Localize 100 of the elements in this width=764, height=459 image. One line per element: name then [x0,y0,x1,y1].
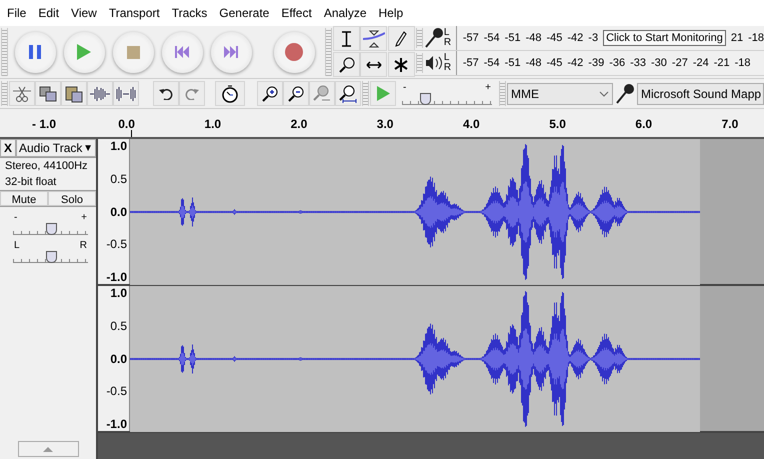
toolbar-grip[interactable] [1,81,8,106]
slider-thumb[interactable] [420,92,430,104]
track-menu-button[interactable]: Audio Track▼ [16,139,96,157]
meter-tick: -18 [734,56,751,71]
record-button[interactable] [274,32,315,72]
slider-min-label: L [14,241,20,251]
trim-audio-button[interactable] [87,81,113,106]
undo-button[interactable] [153,81,179,106]
meter-tick: -27 [672,56,688,71]
paste-button[interactable] [61,81,87,106]
meter-tick: -21 [714,56,730,71]
envelope-tool[interactable] [360,26,388,51]
toolbar-grip[interactable] [416,53,423,73]
tooltip: Click to Start Monitoring [603,30,726,46]
close-track-button[interactable]: X [0,139,16,157]
silence-button[interactable] [113,81,139,106]
zoom-tool[interactable] [333,52,360,77]
scale-label: 1.0 [110,286,127,300]
ruler-label: 0.0 [118,116,135,133]
record-icon [285,43,304,61]
meter-tick: -24 [692,56,709,71]
copy-icon [39,86,57,102]
zoom-in-button[interactable] [257,81,283,106]
chevron-down-icon [599,90,609,96]
meter-tick: -18 [748,30,764,46]
ruler-label: - 1.0 [32,116,56,133]
toolbar-grip[interactable] [325,28,332,76]
toolbar-grip[interactable] [416,28,423,48]
fit-project-button[interactable] [335,81,361,106]
pencil-icon [395,30,408,46]
menu-item[interactable]: Help [372,4,410,22]
slider-thumb[interactable] [46,223,56,235]
meter-tick: -30 [651,56,667,71]
waveform-icon [90,86,110,100]
menu-item[interactable]: Transport [102,4,166,22]
menu-item[interactable]: Generate [213,4,276,22]
menu-item[interactable]: Tracks [166,4,214,22]
channel-label: L [444,53,450,63]
toolbar-grip[interactable] [362,81,369,106]
speaker-icon [424,56,444,70]
ruler-label: 2.0 [290,116,308,133]
triangle-up-icon [43,446,53,452]
undo-icon [159,88,173,100]
pause-button[interactable] [14,32,56,72]
envelope-icon [362,30,385,48]
copy-button[interactable] [35,81,61,106]
zoom-fit-icon [339,84,357,102]
redo-icon [185,88,199,100]
collapse-track-button[interactable] [18,441,78,457]
host-dropdown[interactable]: MME [507,82,613,104]
skip-to-end-icon [224,46,238,58]
scale-label: 0.5 [110,318,127,333]
ruler-label: 5.0 [549,116,566,133]
ruler-label: 7.0 [722,116,738,133]
zoom-in-icon [262,86,278,102]
zoom-out-button[interactable] [283,81,309,106]
meter-tick: -48 [526,56,542,71]
meter-tick: -54 [484,30,500,46]
pause-icon [29,45,42,59]
selection-tool[interactable] [333,26,360,51]
menu-item[interactable]: File [1,4,32,22]
scale-label: -0.5 [106,237,127,252]
track-info: 32-bit float [4,175,58,190]
draw-tool[interactable] [388,26,415,51]
meter-tick: -51 [504,30,521,46]
menu-item[interactable]: View [65,4,103,22]
level-meter[interactable]: -57 -54 -51 -48 -45 -42 -3 Click to Start Monitoring 21 -18 [456,26,764,50]
meter-tick: -51 [504,56,521,71]
ruler-label: 4.0 [463,116,480,133]
channel-label: L [444,28,450,38]
sync-lock-button[interactable] [215,81,245,106]
meter-tick: -45 [546,30,562,46]
multi-tool[interactable] [388,52,415,77]
zoom-selection-icon [313,84,331,102]
meter-tick: -33 [630,56,646,71]
menu-item[interactable]: Edit [32,4,66,22]
ruler-label: 1.0 [204,116,222,133]
scale-label: -0.5 [106,384,127,398]
meter-tick: -39 [588,56,604,71]
zoom-out-icon [288,86,304,102]
scissors-icon [13,84,31,102]
double-arrow-icon [366,60,382,68]
time-shift-tool[interactable] [360,52,388,77]
trim-button[interactable] [9,81,35,106]
menu-item[interactable]: Analyze [318,4,373,22]
solo-button[interactable]: Solo [48,191,96,206]
meter-tick: -3 [588,30,598,46]
skip-to-end-button[interactable] [210,32,252,72]
slider-thumb[interactable] [46,251,56,263]
toolbar-grip[interactable] [1,28,8,76]
menu-item[interactable]: Effect [275,4,318,22]
toolbar-grip[interactable] [499,81,506,106]
meter-tick: -57 [462,56,479,71]
channel-label: R [444,63,452,73]
clipboard-icon [65,84,83,102]
track-info: Stereo, 44100Hz [4,159,89,174]
mute-button[interactable]: Mute [0,191,48,206]
input-device-dropdown[interactable]: Microsoft Sound Mapp [637,82,764,104]
ruler-label: 6.0 [635,116,652,133]
skip-to-start-button[interactable] [162,32,203,72]
